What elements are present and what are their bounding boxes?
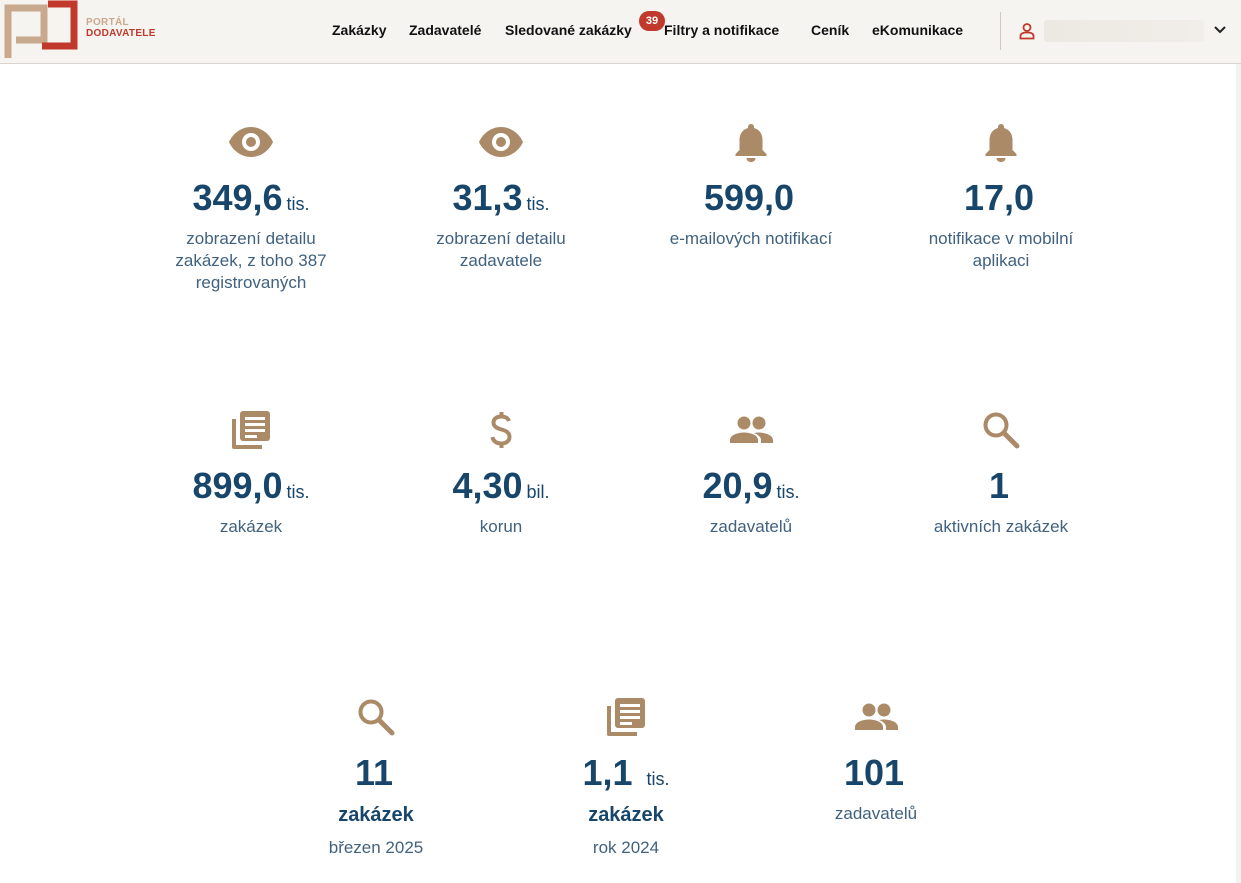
statistics-section: 349,6 tis. zobrazení detailu zakázek, z t… [0,64,1241,883]
stat-authorities-recent: 101 zadavatelů [761,697,991,825]
bell-icon [735,124,767,162]
stat-email-notifications: 599,0 e-mailových notifikací [636,122,866,250]
logo-text: PORTÁL DODAVATELE [86,17,156,39]
user-name[interactable] [1044,20,1204,42]
stat-contracting-authorities: 20,9 tis. zadavatelů [636,410,866,538]
stat-total-value: 4,30 bil. korun [386,410,616,538]
stat-label: aktivních zakázek [933,517,1069,536]
stat-label: zakázek [219,517,283,536]
stat-value: 31,3 tis. [452,177,550,218]
stat-value: 4,30 bil. [452,465,550,506]
stat-value: 20,9 tis. [702,465,800,506]
document-list-icon [232,411,270,449]
people-icon [730,416,773,443]
stat-label: korun [479,517,523,536]
stat-tenders-year: 1,1 tis. zakázek rok 2024 [511,697,741,859]
top-header: PORTÁL DODAVATELE Zakázky Zadavatelé Sle… [0,0,1241,64]
stat-value: 349,6 tis. [192,177,310,218]
stat-value: 101 [843,752,905,793]
nav-sledovane-zakazky[interactable]: Sledované zakázky [505,22,632,38]
stat-tenders-month: 11 zakázek březen 2025 [261,697,491,859]
stat-value: 1 [988,465,1010,506]
user-icon[interactable] [1018,22,1036,40]
stat-label: zobrazení detailu zadavatele [436,229,566,270]
stat-period: březen 2025 [328,838,424,857]
stat-label: zakázek [588,804,664,826]
stat-value: 17,0 [963,177,1035,218]
stat-label: zadavatelů [834,804,918,823]
logo-line-1: PORTÁL [86,17,129,28]
stat-label: zakázek [338,804,414,826]
search-icon [358,699,395,736]
chevron-down-icon[interactable] [1213,25,1227,35]
eye-icon [479,127,523,157]
watched-count-badge: 39 [639,11,665,31]
stat-value: 11 [354,752,394,793]
stat-contracting-authority-views: 31,3 tis. zobrazení detailu zadavatele [386,122,616,272]
nav-filtry-notifikace[interactable]: Filtry a notifikace [664,22,779,38]
stat-value: 1,1 tis. [582,752,670,793]
portal-logo[interactable]: PORTÁL DODAVATELE [4,0,164,62]
page-scrollbar[interactable] [1236,64,1241,883]
bell-icon [985,124,1017,162]
stat-label: zobrazení detailu zakázek, z toho 387 re… [175,229,327,292]
stat-mobile-notifications: 17,0 notifikace v mobilní aplikaci [886,122,1116,272]
stat-label: zadavatelů [709,517,793,536]
logo-line-2: DODAVATELE [86,28,156,39]
stat-label: e-mailových notifikací [669,229,833,248]
search-icon [983,412,1020,449]
stat-label: notifikace v mobilní aplikaci [928,229,1074,270]
nav-ekomunikace[interactable]: eKomunikace [872,22,963,38]
stat-value: 599,0 [703,177,795,218]
eye-icon [229,127,273,157]
dollar-icon [490,412,512,448]
logo-mark-icon [4,0,78,58]
nav-cenik[interactable]: Ceník [811,22,849,38]
stat-tenders-total: 899,0 tis. zakázek [136,410,366,538]
stat-tender-views: 349,6 tis. zobrazení detailu zakázek, z t… [136,122,366,294]
nav-zadavatele[interactable]: Zadavatelé [409,22,481,38]
nav-zakazky[interactable]: Zakázky [332,22,386,38]
people-icon [855,703,898,730]
stat-active-tenders: 1 aktivních zakázek [886,410,1116,538]
stat-value: 899,0 tis. [192,465,310,506]
document-list-icon [607,698,645,736]
stat-period: rok 2024 [592,838,660,857]
nav-divider [1000,12,1001,50]
